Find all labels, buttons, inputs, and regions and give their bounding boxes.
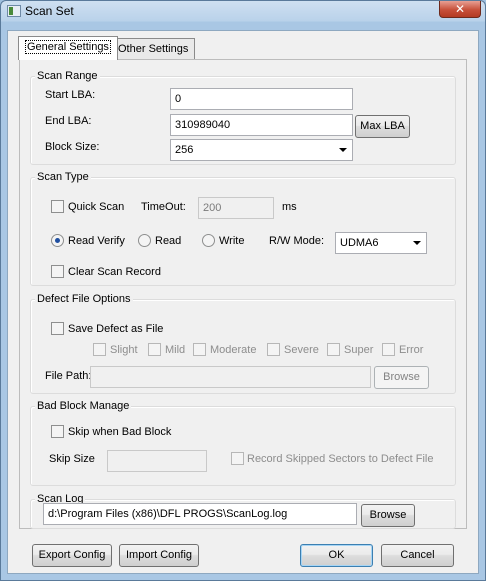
save-defect-label: Save Defect as File: [68, 323, 164, 335]
close-button[interactable]: ✕: [439, 1, 481, 18]
import-config-button[interactable]: Import Config: [119, 544, 199, 567]
end-lba-input[interactable]: 310989040: [170, 114, 353, 136]
block-size-label: Block Size:: [45, 141, 100, 153]
slight-label: Slight: [110, 344, 138, 356]
super-label: Super: [344, 344, 374, 356]
ok-button[interactable]: OK: [300, 544, 373, 567]
tab-other-settings[interactable]: Other Settings: [111, 38, 196, 60]
file-path-input[interactable]: [90, 366, 371, 388]
end-lba-label: End LBA:: [45, 115, 92, 127]
save-defect-checkbox[interactable]: [51, 322, 64, 335]
rw-mode-value: UDMA6: [340, 237, 379, 249]
title-bar[interactable]: Scan Set ✕: [1, 1, 485, 23]
moderate-checkbox[interactable]: [193, 343, 206, 356]
record-skipped-label: Record Skipped Sectors to Defect File: [247, 453, 434, 465]
slight-checkbox[interactable]: [93, 343, 106, 356]
clear-scan-record-label: Clear Scan Record: [68, 266, 161, 278]
file-path-label: File Path:: [45, 370, 92, 382]
scan-log-path-input[interactable]: d:\Program Files (x86)\DFL PROGS\ScanLog…: [43, 503, 357, 525]
scan-type-title: Scan Type: [35, 170, 91, 184]
mild-checkbox[interactable]: [148, 343, 161, 356]
error-label: Error: [399, 344, 424, 356]
bad-block-manage-title: Bad Block Manage: [35, 399, 132, 413]
start-lba-label: Start LBA:: [45, 89, 96, 101]
clear-scan-record-checkbox[interactable]: [51, 265, 64, 278]
scan-range-group: Scan Range Start LBA: 0 End LBA: 3109890…: [30, 69, 456, 165]
timeout-label: TimeOut:: [141, 201, 186, 213]
read-radio[interactable]: [138, 234, 151, 247]
block-size-select[interactable]: 256: [170, 139, 353, 161]
quick-scan-label: Quick Scan: [68, 201, 125, 213]
app-icon: [7, 5, 21, 17]
scan-type-group: Scan Type Quick Scan TimeOut: 200 ms Rea…: [30, 170, 456, 286]
general-settings-panel: Scan Range Start LBA: 0 End LBA: 3109890…: [19, 59, 467, 529]
chevron-down-icon: [339, 148, 347, 152]
tab-other-settings-label: Other Settings: [118, 43, 189, 55]
severe-checkbox[interactable]: [267, 343, 280, 356]
chevron-down-icon: [413, 241, 421, 245]
read-verify-radio[interactable]: [51, 234, 64, 247]
error-checkbox[interactable]: [382, 343, 395, 356]
rw-mode-label: R/W Mode:: [269, 235, 325, 247]
close-icon: ✕: [454, 2, 466, 16]
read-label: Read: [155, 235, 182, 247]
export-config-button[interactable]: Export Config: [32, 544, 112, 567]
moderate-label: Moderate: [210, 344, 257, 356]
tab-general-settings-label: General Settings: [25, 40, 111, 54]
quick-scan-checkbox[interactable]: [51, 200, 64, 213]
scan-log-browse-button[interactable]: Browse: [361, 504, 415, 527]
skip-size-label: Skip Size: [49, 453, 95, 465]
block-size-value: 256: [175, 144, 194, 156]
scan-range-title: Scan Range: [35, 69, 100, 83]
mild-label: Mild: [165, 344, 186, 356]
bad-block-manage-group: Bad Block Manage Skip when Bad Block Ski…: [30, 399, 456, 486]
skip-size-input[interactable]: [107, 450, 207, 472]
skip-bad-block-checkbox[interactable]: [51, 425, 64, 438]
severe-label: Severe: [284, 344, 319, 356]
write-radio[interactable]: [202, 234, 215, 247]
scan-set-dialog: Scan Set ✕ General Settings Other Settin…: [0, 0, 486, 581]
max-lba-button[interactable]: Max LBA: [355, 115, 410, 138]
record-skipped-checkbox[interactable]: [231, 452, 244, 465]
defect-browse-button[interactable]: Browse: [374, 366, 429, 389]
dialog-client-area: General Settings Other Settings Scan Ran…: [7, 30, 479, 574]
timeout-unit-label: ms: [282, 201, 297, 213]
window-title: Scan Set: [25, 4, 74, 18]
cancel-button[interactable]: Cancel: [381, 544, 454, 567]
read-verify-label: Read Verify: [68, 235, 125, 247]
defect-file-options-group: Defect File Options Save Defect as File …: [30, 292, 456, 394]
rw-mode-select[interactable]: UDMA6: [335, 232, 427, 254]
defect-file-options-title: Defect File Options: [35, 292, 133, 306]
skip-bad-block-label: Skip when Bad Block: [68, 426, 172, 438]
write-label: Write: [219, 235, 245, 247]
super-checkbox[interactable]: [327, 343, 340, 356]
timeout-input[interactable]: 200: [198, 197, 274, 219]
start-lba-input[interactable]: 0: [170, 88, 353, 110]
tab-general-settings[interactable]: General Settings: [18, 36, 118, 60]
